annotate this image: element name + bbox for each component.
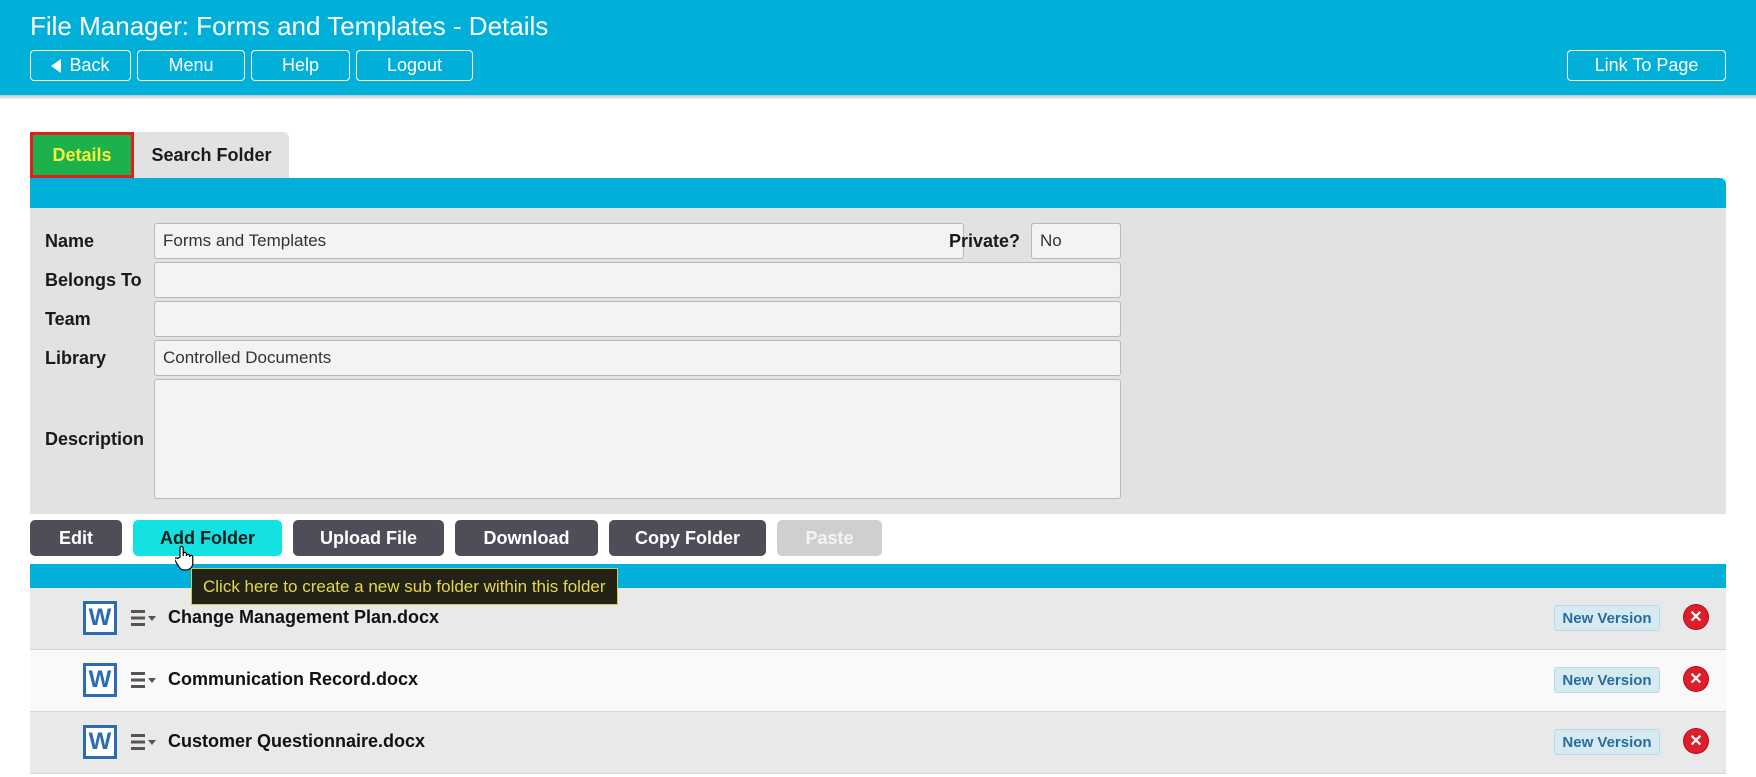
link-to-page-button[interactable]: Link To Page [1567, 50, 1726, 81]
edit-button[interactable]: Edit [30, 520, 122, 556]
paste-button: Paste [777, 520, 882, 556]
help-button[interactable]: Help [251, 50, 350, 81]
new-version-button[interactable]: New Version [1554, 667, 1660, 693]
private-label: Private? [949, 231, 1021, 251]
word-icon[interactable]: W [83, 725, 117, 759]
upload-file-button[interactable]: Upload File [293, 520, 444, 556]
file-row: W Customer Questionnaire.docx New Versio… [30, 712, 1726, 774]
name-label: Name [45, 231, 95, 251]
header-divider [0, 95, 1756, 99]
copy-folder-button[interactable]: Copy Folder [609, 520, 766, 556]
add-folder-tooltip: Click here to create a new sub folder wi… [191, 568, 618, 605]
section-bar [30, 178, 1726, 208]
delete-icon[interactable]: ✕ [1684, 667, 1708, 691]
app-header: File Manager: Forms and Templates - Deta… [0, 0, 1756, 95]
file-name-link[interactable]: Change Management Plan.docx [168, 607, 439, 628]
hand-cursor-icon [175, 545, 194, 571]
file-menu-icon[interactable] [131, 607, 157, 629]
back-button[interactable]: Back [30, 50, 131, 81]
back-arrow-icon [51, 58, 62, 73]
add-folder-button[interactable]: Add Folder [133, 520, 282, 556]
team-label: Team [45, 309, 91, 329]
file-menu-icon[interactable] [131, 731, 157, 753]
word-icon[interactable]: W [83, 601, 117, 635]
private-field[interactable]: No [1031, 223, 1121, 259]
new-version-button[interactable]: New Version [1554, 729, 1660, 755]
tab-search-folder[interactable]: Search Folder [134, 132, 289, 178]
team-field[interactable] [154, 301, 1121, 337]
description-label: Description [45, 429, 145, 449]
belongs-to-label: Belongs To [45, 270, 142, 290]
delete-icon[interactable]: ✕ [1684, 605, 1708, 629]
page-title: File Manager: Forms and Templates - Deta… [30, 11, 549, 41]
library-label: Library [45, 348, 107, 368]
new-version-button[interactable]: New Version [1554, 605, 1660, 631]
logout-button[interactable]: Logout [356, 50, 473, 81]
description-field[interactable] [154, 379, 1121, 499]
file-row: W Communication Record.docx New Version … [30, 650, 1726, 712]
file-menu-icon[interactable] [131, 669, 157, 691]
name-field[interactable]: Forms and Templates [154, 223, 964, 259]
belongs-to-field[interactable] [154, 262, 1121, 298]
word-icon[interactable]: W [83, 663, 117, 697]
menu-button[interactable]: Menu [137, 50, 245, 81]
delete-icon[interactable]: ✕ [1684, 729, 1708, 753]
download-button[interactable]: Download [455, 520, 598, 556]
file-name-link[interactable]: Communication Record.docx [168, 669, 418, 690]
tab-details[interactable]: Details [30, 132, 134, 178]
details-panel: Name Forms and Templates Private? No Bel… [30, 208, 1726, 514]
library-field[interactable]: Controlled Documents [154, 340, 1121, 376]
file-name-link[interactable]: Customer Questionnaire.docx [168, 731, 425, 752]
